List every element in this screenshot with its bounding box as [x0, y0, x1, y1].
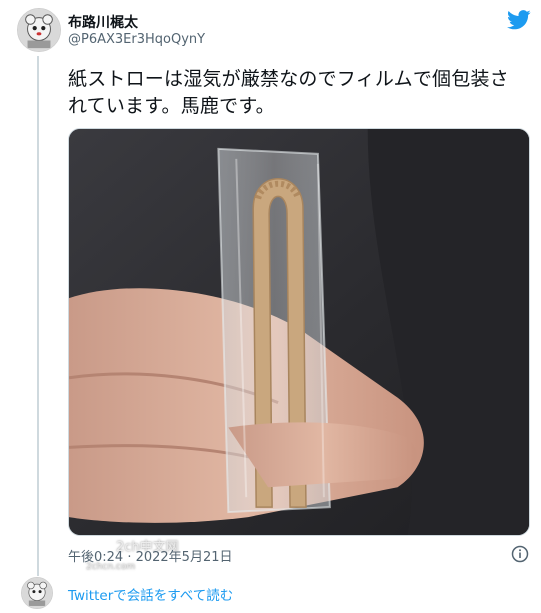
- author-avatar[interactable]: [17, 8, 61, 52]
- twitter-bird-icon[interactable]: [507, 10, 531, 30]
- tweet-text: 紙ストローは湿気が厳禁なのでフィルムで個包装されています。馬鹿です。: [68, 68, 509, 117]
- footer-avatar[interactable]: [21, 577, 53, 609]
- author-handle[interactable]: @P6AX3Er3HqoQynY: [68, 32, 205, 47]
- read-conversation-link[interactable]: Twitterで会話をすべて読む: [68, 584, 233, 604]
- profile-avatar-icon: [18, 9, 60, 51]
- author-display-name[interactable]: 布路川梶太: [68, 12, 138, 32]
- tweet-timestamp[interactable]: 午後0:24 · 2022年5月21日: [68, 546, 233, 565]
- paper-straw-photo: [69, 129, 529, 535]
- thread-connector-line: [37, 56, 39, 576]
- profile-avatar-icon: [22, 578, 52, 608]
- info-icon[interactable]: [511, 545, 529, 563]
- tweet-photo[interactable]: [68, 128, 530, 536]
